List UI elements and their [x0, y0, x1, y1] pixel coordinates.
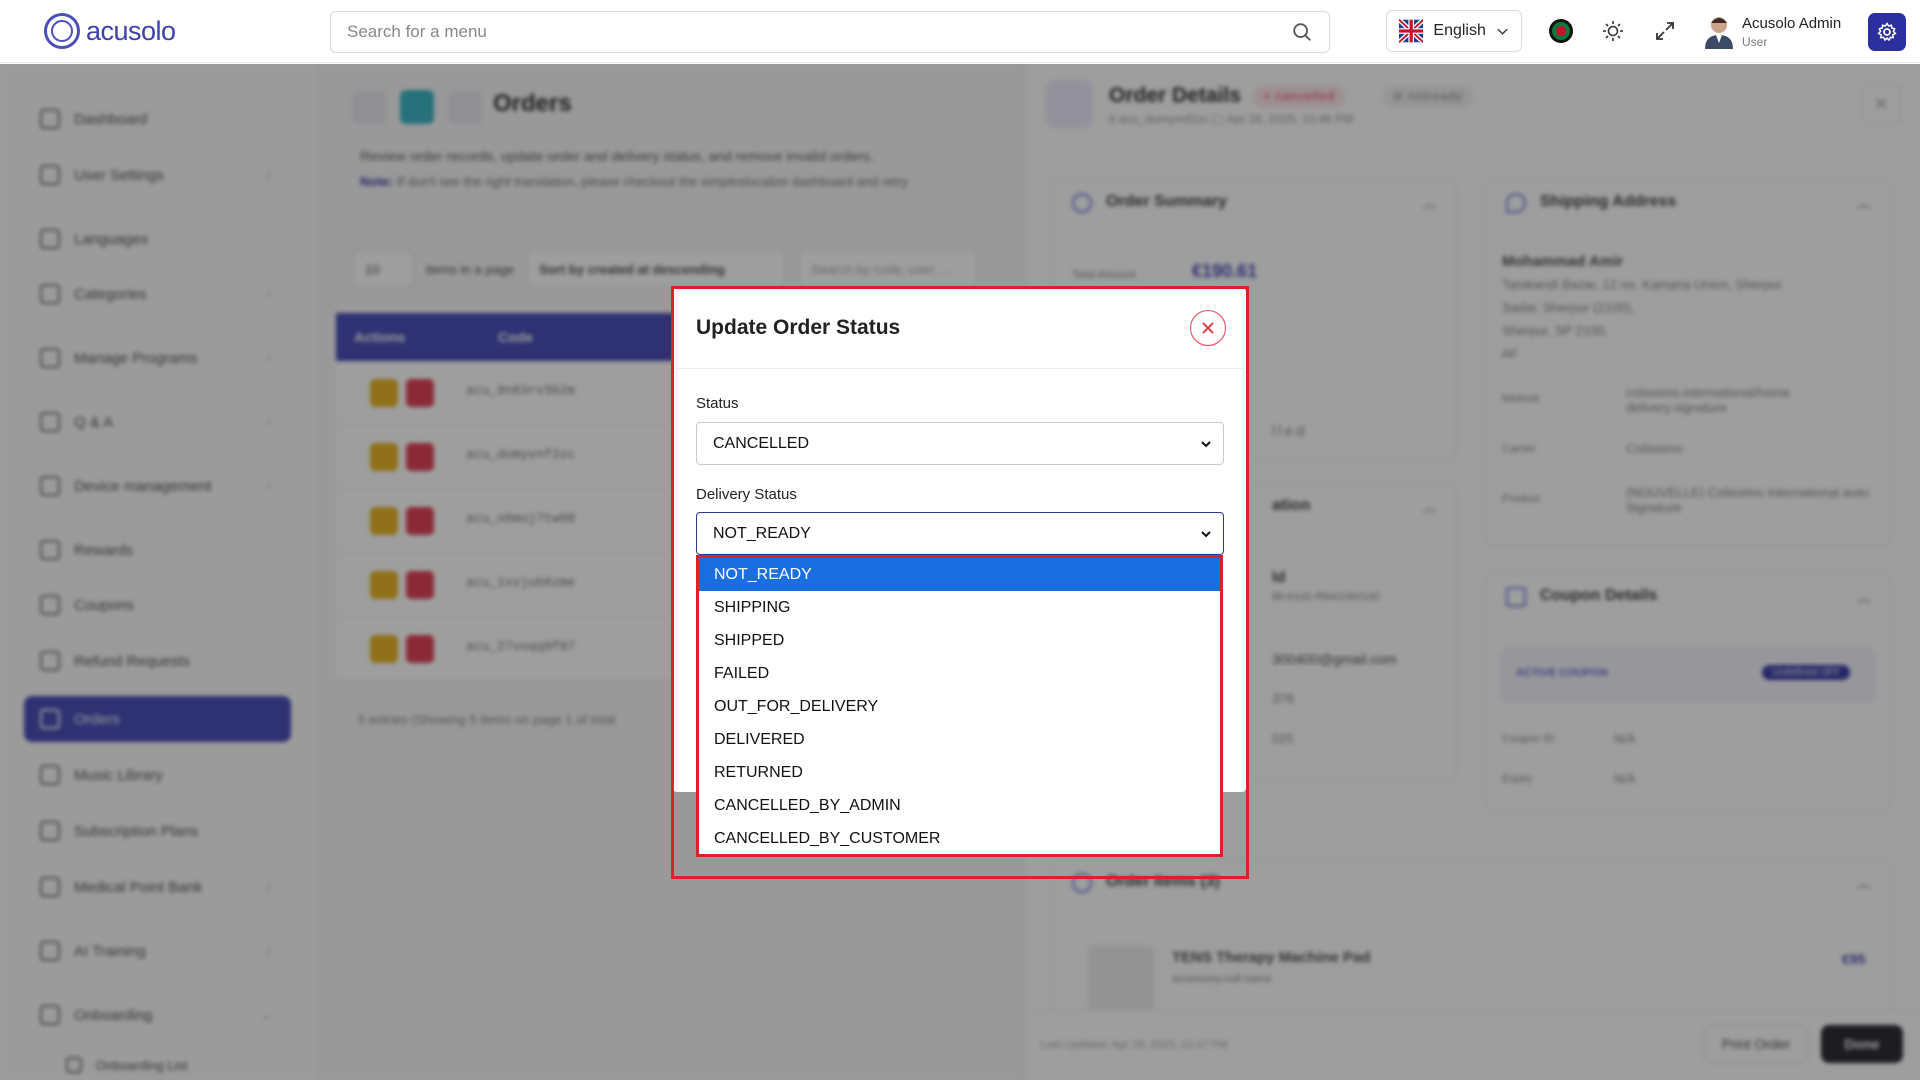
theme-toggle-icon[interactable] [1598, 16, 1628, 46]
option-cancelled-by-customer[interactable]: CANCELLED_BY_CUSTOMER [699, 822, 1220, 855]
menu-search[interactable] [330, 11, 1330, 53]
country-flag-icon[interactable] [1546, 16, 1576, 46]
chevron-down-icon [1497, 28, 1508, 35]
language-selector[interactable]: English [1386, 10, 1522, 52]
language-label: English [1433, 22, 1486, 39]
modal-close-button[interactable] [1190, 310, 1226, 346]
logo[interactable]: acusolo [44, 12, 176, 50]
logo-icon [44, 13, 80, 49]
option-failed[interactable]: FAILED [699, 657, 1220, 690]
user-role: User [1742, 35, 1768, 49]
chevron-down-icon [1201, 441, 1211, 448]
option-shipping[interactable]: SHIPPING [699, 591, 1220, 624]
modal-divider [673, 368, 1246, 369]
option-out-for-delivery[interactable]: OUT_FOR_DELIVERY [699, 690, 1220, 723]
logo-text: acusolo [86, 15, 176, 46]
settings-button[interactable] [1868, 13, 1906, 51]
uk-flag-icon [1399, 19, 1424, 43]
user-name: Acusolo Admin [1742, 15, 1842, 32]
menu-search-input[interactable] [347, 22, 1291, 42]
search-icon[interactable] [1291, 21, 1313, 43]
chevron-down-icon [1201, 531, 1211, 538]
user-avatar[interactable] [1702, 13, 1736, 49]
option-cancelled-by-admin[interactable]: CANCELLED_BY_ADMIN [699, 789, 1220, 822]
option-returned[interactable]: RETURNED [699, 756, 1220, 789]
modal-title: Update Order Status [696, 316, 901, 339]
delivery-status-select-value: NOT_READY [713, 524, 811, 542]
option-not-ready[interactable]: NOT_READY [699, 558, 1220, 591]
delivery-status-options: NOT_READY SHIPPING SHIPPED FAILED OUT_FO… [696, 555, 1223, 857]
delivery-status-label: Delivery Status [696, 486, 797, 503]
status-label: Status [696, 395, 739, 412]
gear-icon [1877, 22, 1897, 42]
option-delivered[interactable]: DELIVERED [699, 723, 1220, 756]
delivery-status-select[interactable]: NOT_READY [696, 512, 1224, 555]
status-select-value: CANCELLED [713, 434, 810, 452]
option-shipped[interactable]: SHIPPED [699, 624, 1220, 657]
top-bar: acusolo English Acusolo Admin User [0, 0, 1920, 63]
close-icon [1202, 322, 1214, 334]
status-select[interactable]: CANCELLED [696, 422, 1224, 465]
fullscreen-icon[interactable] [1650, 16, 1680, 46]
